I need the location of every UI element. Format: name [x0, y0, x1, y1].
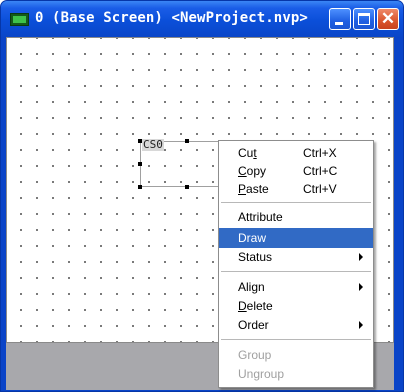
menu-label: Status: [238, 250, 273, 264]
menu-label: Align: [238, 280, 265, 294]
title-bar[interactable]: 0 (Base Screen) <NewProject.nvp> ✕: [1, 1, 403, 37]
menu-label: Draw: [238, 231, 267, 245]
object-label: CS0: [142, 138, 164, 151]
menu-item-draw[interactable]: Draw: [219, 228, 373, 248]
minimize-icon: [335, 22, 343, 25]
menu-item-delete[interactable]: Delete: [219, 296, 373, 316]
screen-icon: [10, 13, 29, 26]
menu-label: opy: [246, 164, 267, 178]
menu-label: Cu: [238, 146, 254, 160]
menu-label: Attribute: [238, 210, 283, 224]
submenu-arrow-icon: [359, 253, 363, 261]
submenu-arrow-icon: [359, 283, 363, 291]
menu-item-align[interactable]: Align: [219, 277, 373, 297]
menu-item-cut[interactable]: Cut Ctrl+X: [219, 143, 373, 163]
shortcut-label: Ctrl+V: [303, 182, 337, 196]
menu-item-order[interactable]: Order: [219, 315, 373, 335]
shortcut-label: Ctrl+C: [303, 164, 338, 178]
maximize-icon: [358, 13, 370, 25]
resize-handle-bottom-left[interactable]: [138, 185, 142, 189]
menu-item-attribute[interactable]: Attribute: [219, 207, 373, 227]
menu-label: Ungroup: [238, 367, 285, 381]
accelerator-key: P: [238, 182, 247, 196]
accelerator-key: D: [238, 299, 247, 313]
submenu-arrow-icon: [359, 321, 363, 329]
menu-item-status[interactable]: Status: [219, 247, 373, 267]
resize-handle-left[interactable]: [138, 162, 142, 166]
close-icon: ✕: [380, 9, 396, 28]
window-title: 0 (Base Screen) <NewProject.nvp>: [35, 10, 308, 26]
menu-label: Group: [238, 348, 272, 362]
resize-handle-top[interactable]: [185, 139, 189, 143]
menu-item-paste[interactable]: Paste Ctrl+V: [219, 179, 373, 199]
close-button[interactable]: ✕: [377, 8, 399, 30]
context-menu: Cut Ctrl+X Copy Ctrl+C Paste Ctrl+V Attr…: [218, 140, 374, 388]
maximize-button[interactable]: [353, 8, 375, 30]
menu-label: elete: [246, 299, 273, 313]
menu-label: Order: [238, 318, 269, 332]
menu-separator: [221, 202, 371, 203]
minimize-button[interactable]: [329, 8, 351, 30]
resize-handle-bottom[interactable]: [185, 185, 189, 189]
accelerator-key: t: [253, 146, 257, 160]
accelerator-key: C: [238, 164, 247, 178]
menu-separator: [221, 339, 371, 340]
menu-separator: [221, 271, 371, 272]
shortcut-label: Ctrl+X: [303, 146, 337, 160]
menu-label: aste: [246, 182, 269, 196]
menu-item-ungroup[interactable]: Ungroup: [219, 364, 373, 384]
resize-handle-top-left[interactable]: [138, 139, 142, 143]
menu-item-group[interactable]: Group: [219, 345, 373, 365]
menu-item-copy[interactable]: Copy Ctrl+C: [219, 161, 373, 181]
